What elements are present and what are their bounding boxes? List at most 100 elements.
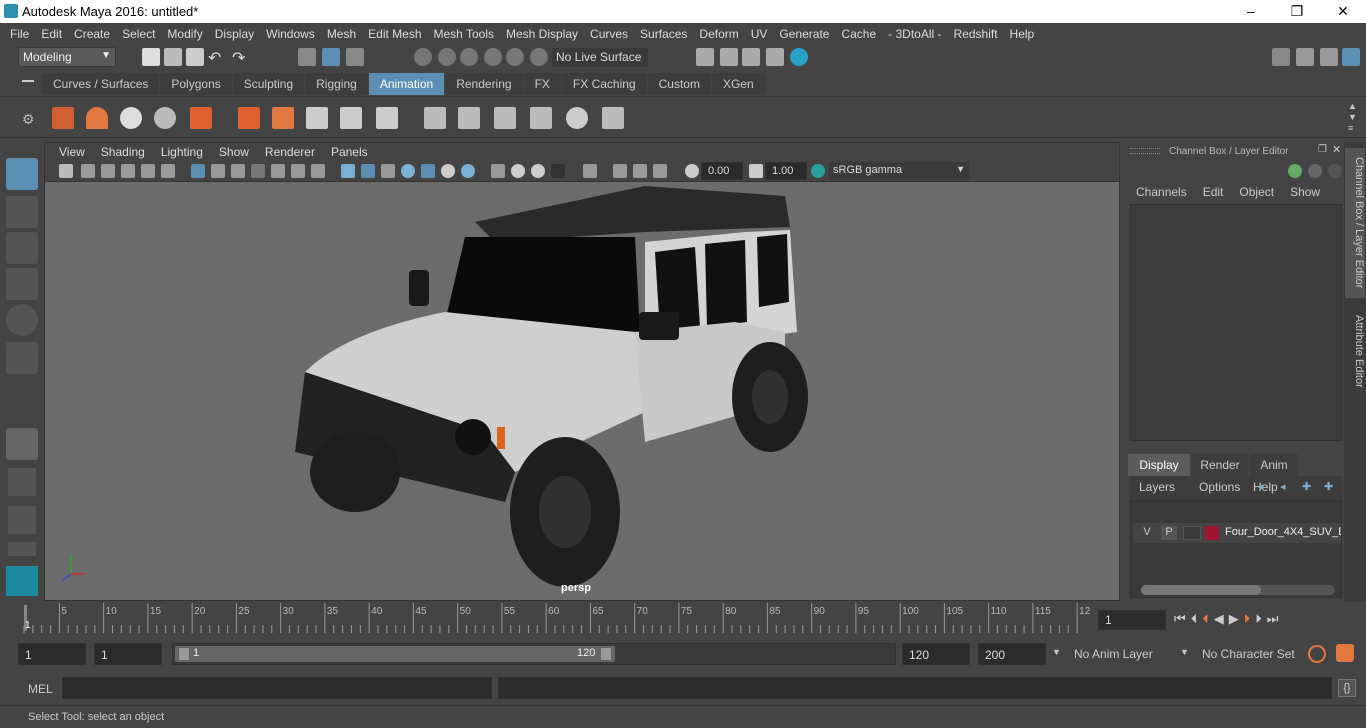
parent-constraint-icon[interactable] xyxy=(424,107,446,129)
grease-pencil-icon[interactable] xyxy=(161,164,175,178)
mel-label[interactable]: MEL xyxy=(28,682,53,696)
maya-home-icon[interactable] xyxy=(6,566,38,596)
step-back-frame-icon[interactable]: ⏴ xyxy=(1191,611,1198,627)
viewport-menu-panels[interactable]: Panels xyxy=(323,145,376,159)
step-back-key-icon[interactable]: ⏴ xyxy=(1202,611,1209,627)
range-end-grip[interactable] xyxy=(601,648,611,660)
film-gate-icon[interactable] xyxy=(211,164,225,178)
gamma-icon[interactable] xyxy=(749,164,763,178)
bookmark-icon[interactable] xyxy=(101,164,115,178)
move-layer-up-icon[interactable]: ◂ xyxy=(1258,480,1264,493)
options-menu[interactable]: Options xyxy=(1199,480,1240,494)
exposure-icon[interactable] xyxy=(685,164,699,178)
menu-mesh-display[interactable]: Mesh Display xyxy=(500,27,584,41)
move-layer-down-icon[interactable]: ◂ xyxy=(1280,480,1286,493)
mode-dropdown[interactable]: Modeling ▼ xyxy=(18,47,116,67)
range-slider[interactable]: 1 120 xyxy=(172,643,896,665)
menu-mesh[interactable]: Mesh xyxy=(321,27,362,41)
lasso-tool-icon[interactable] xyxy=(6,196,38,228)
tab-attribute-editor[interactable]: Attribute Editor xyxy=(1345,306,1365,396)
auto-key-icon[interactable] xyxy=(1308,645,1326,663)
menu-help[interactable]: Help xyxy=(1004,27,1041,41)
grid-toggle-icon[interactable] xyxy=(191,164,205,178)
paint-select-tool-icon[interactable] xyxy=(6,232,38,264)
select-component-icon[interactable] xyxy=(346,48,364,66)
layer-name[interactable]: Four_Door_4X4_SUV_E xyxy=(1225,526,1341,538)
outliner-layout-icon[interactable] xyxy=(8,542,36,556)
panel-drag-handle[interactable] xyxy=(1130,148,1160,154)
anim-layer-dropdown[interactable]: No Anim Layer xyxy=(1068,643,1172,665)
time-slider[interactable]: 5 10 15 20 25 30 35 40 45 50 55 60 65 70 75 80 85 90 95 100… xyxy=(0,603,1366,637)
render-settings-icon[interactable] xyxy=(766,48,784,66)
save-scene-icon[interactable] xyxy=(186,48,204,66)
snap-vertex-icon[interactable] xyxy=(530,48,548,66)
playback-end-field[interactable]: 120 xyxy=(902,643,970,665)
ghost-icon[interactable] xyxy=(120,107,142,129)
timeline-icon[interactable] xyxy=(86,107,108,129)
anti-aliasing-icon[interactable] xyxy=(531,164,545,178)
viewport-canvas[interactable] xyxy=(45,182,1119,600)
safe-title-icon[interactable] xyxy=(311,164,325,178)
range-start-grip[interactable] xyxy=(179,648,189,660)
layer-scrollbar-thumb[interactable] xyxy=(1141,585,1261,595)
tab-xgen[interactable]: XGen xyxy=(711,73,765,95)
gamma-field[interactable]: 1.00 xyxy=(765,162,807,180)
menu-redshift[interactable]: Redshift xyxy=(948,27,1004,41)
lattice-icon[interactable] xyxy=(376,107,398,129)
new-scene-icon[interactable] xyxy=(142,48,160,66)
render-view-icon[interactable] xyxy=(696,48,714,66)
viewport-panel[interactable]: View Shading Lighting Show Renderer Pane… xyxy=(44,142,1120,601)
layer-help-menu[interactable]: Help xyxy=(1253,480,1278,494)
key-translate-icon[interactable] xyxy=(272,107,294,129)
float-panel-icon[interactable]: ❐ xyxy=(1318,144,1327,155)
menu-cache[interactable]: Cache xyxy=(835,27,882,41)
channel-sync-icon[interactable] xyxy=(1288,164,1302,178)
tab-fx-caching[interactable]: FX Caching xyxy=(561,73,647,95)
playblast-icon[interactable] xyxy=(52,107,74,129)
resolution-gate-icon[interactable] xyxy=(231,164,245,178)
render-current-icon[interactable] xyxy=(720,48,738,66)
attribute-editor-icon[interactable] xyxy=(1296,48,1314,66)
single-pane-layout-icon[interactable] xyxy=(6,428,38,460)
menu-modify[interactable]: Modify xyxy=(161,27,208,41)
layers-menu[interactable]: Layers xyxy=(1139,480,1175,494)
mel-input[interactable] xyxy=(62,677,492,699)
rotate-tool-icon[interactable] xyxy=(6,304,38,336)
menu-edit[interactable]: Edit xyxy=(35,27,68,41)
hypershade-icon[interactable] xyxy=(790,48,808,66)
step-forward-key-icon[interactable]: ⏵ xyxy=(1244,611,1251,627)
chevron-down-icon[interactable]: ▼ xyxy=(1052,647,1061,657)
shelf-menu-icon[interactable] xyxy=(22,80,34,82)
wireframe-icon[interactable] xyxy=(341,164,355,178)
gate-mask-icon[interactable] xyxy=(251,164,265,178)
motion-blur-icon[interactable] xyxy=(511,164,525,178)
menu-deform[interactable]: Deform xyxy=(693,27,744,41)
channel-box-icon[interactable] xyxy=(1342,48,1360,66)
tab-rigging[interactable]: Rigging xyxy=(305,73,368,95)
snap-surface-icon[interactable] xyxy=(506,48,524,66)
safe-action-icon[interactable] xyxy=(291,164,305,178)
time-ruler[interactable]: 5 10 15 20 25 30 35 40 45 50 55 60 65 70 75 80 85 90 95 100… xyxy=(18,603,1092,635)
snap-view-icon[interactable] xyxy=(484,48,502,66)
image-plane-icon[interactable] xyxy=(121,164,135,178)
tab-rendering[interactable]: Rendering xyxy=(445,73,523,95)
channels-edit-menu[interactable]: Edit xyxy=(1203,185,1224,199)
shelf-scroll-icon[interactable]: ▲ ▼ ≡ xyxy=(1348,101,1357,134)
backface-culling-icon[interactable] xyxy=(653,164,667,178)
tab-anim[interactable]: Anim xyxy=(1250,454,1298,476)
exposure-field[interactable]: 0.00 xyxy=(701,162,743,180)
redo-icon[interactable]: ↷ xyxy=(232,48,245,68)
close-button[interactable]: ✕ xyxy=(1320,0,1366,23)
menu-3dtoall[interactable]: - 3DtoAll - xyxy=(882,27,947,41)
restore-button[interactable]: ❐ xyxy=(1274,0,1320,23)
joint-tool-icon[interactable] xyxy=(306,107,328,129)
four-pane-layout-icon[interactable] xyxy=(8,468,36,496)
tool-settings-icon[interactable] xyxy=(1320,48,1338,66)
set-key-icon[interactable] xyxy=(238,107,260,129)
scene-end-field[interactable]: 200 xyxy=(978,643,1046,665)
tab-animation[interactable]: Animation xyxy=(368,73,445,95)
snap-grid-icon[interactable] xyxy=(414,48,432,66)
scale-tool-icon[interactable] xyxy=(6,342,38,374)
layer-row[interactable]: V P Four_Door_4X4_SUV_E xyxy=(1133,523,1341,543)
snap-point-icon[interactable] xyxy=(460,48,478,66)
